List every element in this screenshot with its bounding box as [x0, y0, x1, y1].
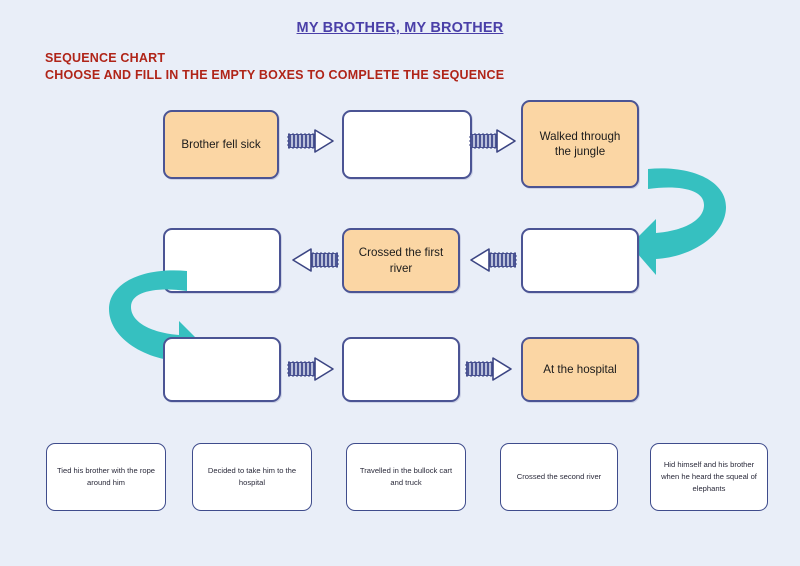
flow-node-r3c1[interactable]: [163, 337, 281, 402]
flow-node-r1c1[interactable]: Brother fell sick: [163, 110, 279, 179]
option-card-5[interactable]: Hid himself and his brother when he hear…: [650, 443, 768, 511]
option-card-1[interactable]: Tied his brother with the rope around hi…: [46, 443, 166, 511]
block-arrow-left-r2a2: [466, 248, 517, 272]
flow-node-r3c2[interactable]: [342, 337, 460, 402]
worksheet-subtitle-type: SEQUENCE CHART: [45, 51, 166, 65]
flow-node-r2c2[interactable]: Crossed the first river: [342, 228, 460, 293]
flow-node-r1c3[interactable]: Walked through the jungle: [521, 100, 639, 188]
option-card-4[interactable]: Crossed the second river: [500, 443, 618, 511]
flow-node-r1c2[interactable]: [342, 110, 472, 179]
block-arrow-right-r3a2: [465, 357, 516, 381]
flow-node-r3c3[interactable]: At the hospital: [521, 337, 639, 402]
sequence-chart-worksheet: MY BROTHER, MY BROTHER SEQUENCE CHART CH…: [0, 0, 800, 566]
curved-arrow-down-left-icon: [630, 163, 740, 275]
worksheet-instructions: CHOOSE AND FILL IN THE EMPTY BOXES TO CO…: [45, 68, 505, 82]
block-arrow-right-r1a2: [469, 129, 520, 153]
option-card-3[interactable]: Travelled in the bullock cart and truck: [346, 443, 466, 511]
flow-node-r2c3[interactable]: [521, 228, 639, 293]
page-title: MY BROTHER, MY BROTHER: [296, 20, 504, 36]
option-card-2[interactable]: Decided to take him to the hospital: [192, 443, 312, 511]
block-arrow-right-r1a1: [287, 129, 338, 153]
block-arrow-right-r3a1: [287, 357, 338, 381]
block-arrow-left-r2a1: [288, 248, 339, 272]
